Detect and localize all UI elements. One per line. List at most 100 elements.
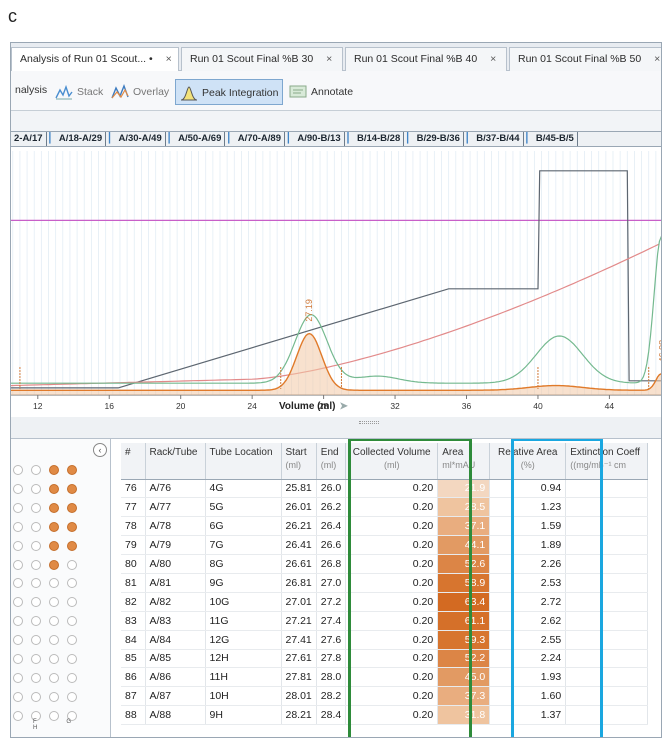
plate-well[interactable] xyxy=(31,465,41,475)
col-header-rack-tube[interactable]: Rack/Tube xyxy=(145,443,206,480)
plate-well[interactable] xyxy=(31,616,41,627)
plate-well[interactable] xyxy=(67,616,77,627)
plate-well[interactable] xyxy=(31,483,41,494)
x-tick-label: 44 xyxy=(605,401,615,411)
end-cell: 26.6 xyxy=(316,535,347,556)
plate-well[interactable] xyxy=(31,521,41,532)
plate-well[interactable] xyxy=(13,654,23,664)
plate-well[interactable] xyxy=(31,502,41,513)
plate-well[interactable] xyxy=(67,540,77,551)
plate-well[interactable] xyxy=(13,502,23,513)
plate-well[interactable] xyxy=(13,559,23,570)
plate-well[interactable] xyxy=(31,578,41,589)
plate-well[interactable] xyxy=(49,521,59,532)
close-icon[interactable]: × xyxy=(654,53,660,65)
plate-well[interactable] xyxy=(49,540,59,551)
annotate-button[interactable]: Annotate xyxy=(285,79,357,105)
plate-well[interactable] xyxy=(67,654,77,664)
plate-well[interactable] xyxy=(67,672,77,683)
start-cell: 26.21 xyxy=(281,516,317,537)
chromatogram-chart[interactable]: 12 16 20 24 28 32 36 40 44 27.19 46.98 xyxy=(11,147,661,417)
stack-button[interactable]: Stack xyxy=(51,79,107,105)
plate-well[interactable] xyxy=(31,597,41,608)
fraction-label[interactable]: ▏ A/70-A/89 xyxy=(225,132,286,146)
fraction-text: A/18-A/29 xyxy=(58,133,103,144)
plate-well[interactable] xyxy=(67,483,77,494)
plate-well[interactable] xyxy=(31,559,41,570)
plate-well[interactable] xyxy=(67,578,77,589)
num-cell: 82 xyxy=(121,592,146,612)
overlay-icon xyxy=(111,84,129,100)
plate-well[interactable] xyxy=(67,465,77,475)
close-icon[interactable]: × xyxy=(166,53,172,65)
plate-well[interactable] xyxy=(31,540,41,551)
plate-well[interactable] xyxy=(49,616,59,627)
col-header-tube-location[interactable]: Tube Location xyxy=(205,443,282,480)
plate-well[interactable] xyxy=(49,578,59,589)
tab-run01-b30[interactable]: Run 01 Scout Final %B 30 × xyxy=(181,47,343,71)
plate-well[interactable] xyxy=(49,502,59,513)
plate-well[interactable] xyxy=(49,672,59,683)
arrow-right-icon[interactable]: ➤ xyxy=(339,401,347,412)
plate-well[interactable] xyxy=(67,597,77,608)
col-header-end[interactable]: End (ml) xyxy=(316,443,347,480)
tab-analysis[interactable]: Analysis of Run 01 Scout... • × xyxy=(11,47,179,71)
plate-well[interactable] xyxy=(67,691,77,702)
fraction-label[interactable]: ▏ B/37-B/44 xyxy=(464,132,524,146)
plate-well[interactable] xyxy=(49,483,59,494)
plate-well[interactable] xyxy=(31,672,41,683)
plate-well[interactable] xyxy=(49,465,59,475)
plate-well[interactable] xyxy=(49,654,59,664)
plate-well[interactable] xyxy=(13,483,23,494)
close-icon[interactable]: × xyxy=(490,53,496,65)
plate-well[interactable] xyxy=(13,540,23,551)
plate-well[interactable] xyxy=(13,465,23,475)
rack-cell: A/84 xyxy=(145,630,206,650)
fraction-label[interactable]: ▏ B/14-B/28 xyxy=(345,132,405,146)
fraction-label[interactable]: 2-A/17 xyxy=(11,132,47,146)
plate-well[interactable] xyxy=(13,635,23,646)
rack-cell: A/78 xyxy=(145,516,206,537)
splitter[interactable] xyxy=(11,417,661,439)
plate-well[interactable] xyxy=(13,691,23,702)
overlay-button[interactable]: Overlay xyxy=(107,79,173,105)
plate-well[interactable] xyxy=(31,654,41,664)
tab-run01-b40[interactable]: Run 01 Scout Final %B 40 × xyxy=(345,47,507,71)
fraction-label[interactable]: ▏ A/90-B/13 xyxy=(285,132,345,146)
tab-run01-b50[interactable]: Run 01 Scout Final %B 50 × xyxy=(509,47,661,71)
plate-well[interactable] xyxy=(67,635,77,646)
plate-well[interactable] xyxy=(67,559,77,570)
fraction-label[interactable]: ▏ B/29-B/36 xyxy=(404,132,464,146)
analysis-button[interactable]: nalysis xyxy=(11,79,51,105)
toolbar: nalysis Stack Overlay Peak Integration A… xyxy=(11,71,661,111)
plate-well[interactable] xyxy=(31,635,41,646)
fraction-marker-icon: ▏ xyxy=(526,133,534,144)
plate-well[interactable] xyxy=(67,502,77,513)
plate-well[interactable] xyxy=(13,672,23,683)
col-header-number[interactable]: # xyxy=(121,443,146,480)
close-icon[interactable]: × xyxy=(326,53,332,65)
col-header-start[interactable]: Start (ml) xyxy=(281,443,317,480)
plate-well[interactable] xyxy=(13,616,23,627)
plate-well[interactable] xyxy=(49,597,59,608)
plate-well[interactable] xyxy=(49,635,59,646)
fraction-label[interactable]: ▏ A/50-A/69 xyxy=(166,132,226,146)
plate-well[interactable] xyxy=(49,559,59,570)
plate-well[interactable] xyxy=(49,691,59,702)
plate-well[interactable] xyxy=(13,521,23,532)
peak-integration-button[interactable]: Peak Integration xyxy=(175,79,284,105)
x-tick-label: 40 xyxy=(533,401,543,411)
fraction-label[interactable]: ▏ B/45-B/5 xyxy=(524,132,578,146)
plate-well[interactable] xyxy=(31,691,41,702)
plate-well[interactable] xyxy=(13,597,23,608)
splitter-grip-icon[interactable] xyxy=(359,421,379,424)
fraction-text: A/70-A/89 xyxy=(237,133,282,144)
x-axis-title: Volume (ml) xyxy=(279,401,336,412)
plate-well[interactable] xyxy=(13,710,23,721)
fraction-label[interactable]: ▏ A/30-A/49 xyxy=(106,132,166,146)
plate-well[interactable] xyxy=(67,521,77,532)
fraction-label[interactable]: ▏ A/18-A/29 xyxy=(47,132,107,146)
plate-well[interactable] xyxy=(13,578,23,589)
collapse-icon[interactable]: ‹ xyxy=(93,443,107,457)
fraction-text: B/45-B/5 xyxy=(535,133,574,144)
